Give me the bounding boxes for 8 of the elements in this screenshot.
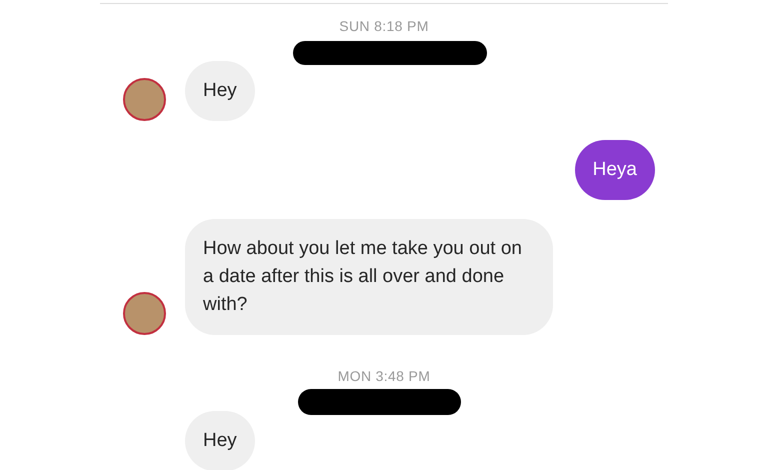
timestamp: MON 3:48 PM xyxy=(338,367,430,386)
avatar xyxy=(123,78,166,121)
timestamp: SUN 8:18 PM xyxy=(339,17,429,36)
message-bubble: Heya xyxy=(574,140,655,200)
message-bubble: Hey xyxy=(185,61,255,121)
message-bubble: How about you let me take you out on a date after this is all over and done with? xyxy=(185,219,553,335)
avatar xyxy=(123,292,166,335)
message-bubble: Hey xyxy=(185,411,255,470)
